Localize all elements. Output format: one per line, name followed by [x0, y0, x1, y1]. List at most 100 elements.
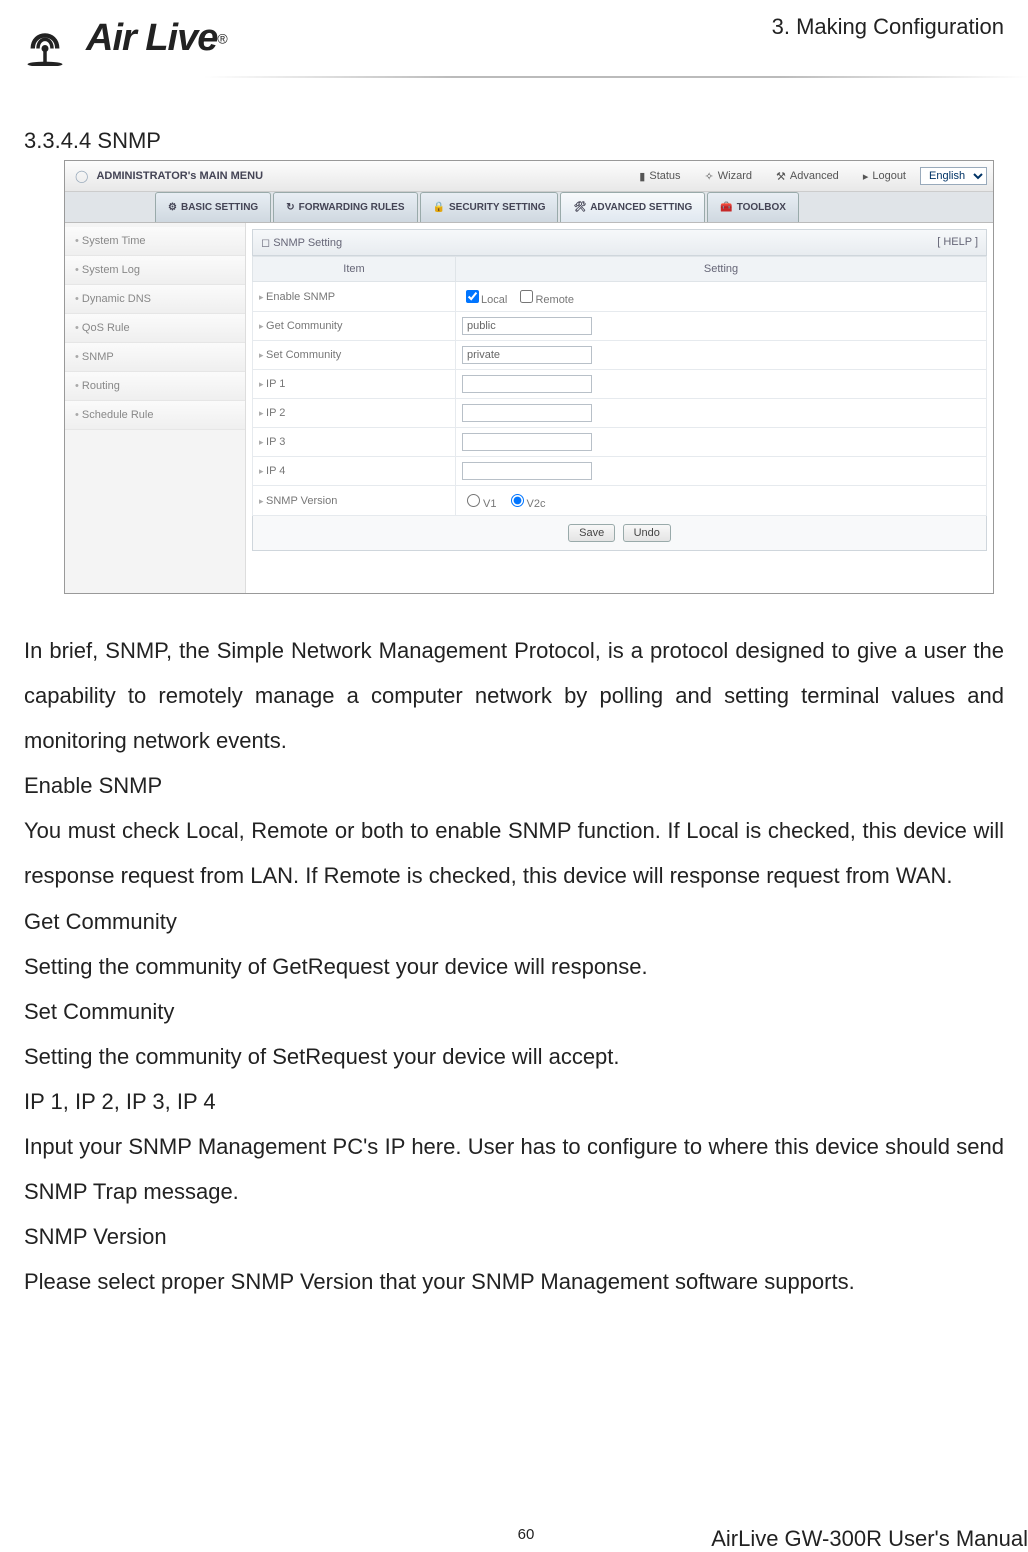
help-link[interactable]: [ HELP ]	[937, 236, 978, 249]
topmenu-wizard[interactable]: ✧ Wizard	[695, 170, 762, 183]
advanced-icon: ⚒	[776, 170, 786, 183]
header-divider	[204, 76, 1028, 78]
save-button[interactable]: Save	[568, 524, 615, 542]
toolbox-icon: 🧰	[720, 202, 732, 213]
undo-button[interactable]: Undo	[623, 524, 671, 542]
settings-panel: ◻ SNMP Setting [ HELP ] Item Setting Ena…	[246, 223, 993, 593]
sidebar: System Time System Log Dynamic DNS QoS R…	[65, 223, 246, 593]
row-label-get-community: Get Community	[253, 312, 456, 341]
heading-ip-list: IP 1, IP 2, IP 3, IP 4	[24, 1079, 1004, 1124]
logo-registered: ®	[217, 30, 227, 46]
document-body-text: In brief, SNMP, the Simple Network Manag…	[24, 628, 1004, 1304]
heading-snmp-version: SNMP Version	[24, 1214, 1004, 1259]
manual-title: AirLive GW-300R User's Manual	[711, 1526, 1028, 1552]
input-ip1[interactable]	[462, 375, 592, 393]
logo-text: Air Live	[86, 17, 217, 59]
lock-icon: 🔒	[433, 202, 445, 213]
topmenu-status[interactable]: ▮ Status	[629, 170, 690, 183]
checkbox-local-wrapper[interactable]: Local	[462, 294, 507, 306]
tools-icon: 🛠	[573, 202, 586, 213]
heading-enable-snmp: Enable SNMP	[24, 763, 1004, 808]
sidebar-item-dynamic-dns[interactable]: Dynamic DNS	[65, 285, 245, 314]
paragraph-intro: In brief, SNMP, the Simple Network Manag…	[24, 628, 1004, 763]
checkbox-remote[interactable]	[520, 290, 533, 303]
radio-v1[interactable]	[467, 494, 480, 507]
sidebar-item-system-time[interactable]: System Time	[65, 227, 245, 256]
tab-basic-setting[interactable]: ⚙BASIC SETTING	[155, 192, 271, 222]
tab-label: ADVANCED SETTING	[590, 202, 692, 213]
tab-label: TOOLBOX	[737, 202, 786, 213]
status-icon: ▮	[639, 170, 645, 183]
admin-main-menu-label: ADMINISTRATOR's MAIN MENU	[96, 170, 263, 182]
language-select[interactable]: English	[920, 167, 987, 185]
radio-v2c[interactable]	[511, 494, 524, 507]
bullet-icon: ◯	[75, 169, 88, 183]
table-row: IP 3	[253, 428, 987, 457]
forward-icon: ↻	[286, 202, 294, 213]
topmenu-logout[interactable]: ▸ Logout	[853, 170, 916, 183]
table-row: IP 4	[253, 457, 987, 486]
sidebar-item-qos-rule[interactable]: QoS Rule	[65, 314, 245, 343]
radio-v1-label: V1	[483, 498, 496, 510]
tab-toolbox[interactable]: 🧰 TOOLBOX	[707, 192, 799, 222]
row-label-ip4: IP 4	[253, 457, 456, 486]
section-heading: 3.3.4.4 SNMP	[24, 128, 1004, 154]
heading-set-community: Set Community	[24, 989, 1004, 1034]
paragraph-get-community: Setting the community of GetRequest your…	[24, 944, 1004, 989]
page-header: Air Live® 3. Making Configuration	[24, 0, 1004, 76]
logo: Air Live®	[24, 10, 228, 66]
radio-v2c-wrapper[interactable]: V2c	[506, 498, 546, 510]
tab-label: BASIC SETTING	[181, 202, 258, 213]
tab-bar: ⚙BASIC SETTING ↻ FORWARDING RULES 🔒SECURI…	[65, 192, 993, 223]
table-row: Get Community	[253, 312, 987, 341]
logout-bullet-icon: ▸	[863, 170, 869, 183]
col-header-setting: Setting	[456, 257, 987, 282]
checkbox-remote-label: Remote	[535, 294, 574, 306]
table-row: Set Community	[253, 341, 987, 370]
settings-table: Item Setting Enable SNMP Local Remote Ge…	[252, 256, 987, 516]
input-set-community[interactable]	[462, 346, 592, 364]
table-row: Enable SNMP Local Remote	[253, 282, 987, 312]
row-label-set-community: Set Community	[253, 341, 456, 370]
wizard-icon: ✧	[705, 170, 714, 183]
input-ip2[interactable]	[462, 404, 592, 422]
paragraph-ip-list: Input your SNMP Management PC's IP here.…	[24, 1124, 1004, 1214]
sidebar-item-schedule-rule[interactable]: Schedule Rule	[65, 401, 245, 430]
table-row: SNMP Version V1 V2c	[253, 486, 987, 516]
table-row: IP 2	[253, 399, 987, 428]
paragraph-set-community: Setting the community of SetRequest your…	[24, 1034, 1004, 1079]
topmenu-advanced-label: Advanced	[790, 170, 839, 182]
panel-bullet-icon: ◻	[261, 237, 273, 249]
page-number: 60	[518, 1526, 535, 1543]
table-row: IP 1	[253, 370, 987, 399]
topmenu-logout-label: Logout	[872, 170, 906, 182]
tab-label: FORWARDING RULES	[299, 202, 405, 213]
checkbox-local-label: Local	[481, 294, 507, 306]
checkbox-local[interactable]	[466, 290, 479, 303]
topmenu-advanced[interactable]: ⚒ Advanced	[766, 170, 849, 183]
radio-v2c-label: V2c	[527, 498, 546, 510]
tab-forwarding-rules[interactable]: ↻ FORWARDING RULES	[273, 192, 417, 222]
topmenu-status-label: Status	[649, 170, 680, 182]
tab-security-setting[interactable]: 🔒SECURITY SETTING	[420, 192, 559, 222]
topmenu-wizard-label: Wizard	[718, 170, 752, 182]
sidebar-item-snmp[interactable]: SNMP	[65, 343, 245, 372]
row-label-snmp-version: SNMP Version	[253, 486, 456, 516]
paragraph-enable-snmp: You must check Local, Remote or both to …	[24, 808, 1004, 898]
input-ip3[interactable]	[462, 433, 592, 451]
tab-advanced-setting[interactable]: 🛠 ADVANCED SETTING	[560, 192, 705, 222]
sidebar-item-system-log[interactable]: System Log	[65, 256, 245, 285]
row-label-ip2: IP 2	[253, 399, 456, 428]
sidebar-item-routing[interactable]: Routing	[65, 372, 245, 401]
row-label-enable-snmp: Enable SNMP	[253, 282, 456, 312]
panel-title: SNMP Setting	[273, 237, 342, 249]
chapter-title: 3. Making Configuration	[772, 14, 1004, 40]
radio-v1-wrapper[interactable]: V1	[462, 498, 496, 510]
row-label-ip1: IP 1	[253, 370, 456, 399]
wifi-antenna-icon	[24, 10, 80, 66]
checkbox-remote-wrapper[interactable]: Remote	[516, 294, 574, 306]
paragraph-snmp-version: Please select proper SNMP Version that y…	[24, 1259, 1004, 1304]
top-menu: ◯ ADMINISTRATOR's MAIN MENU ▮ Status ✧ W…	[65, 161, 993, 192]
input-get-community[interactable]	[462, 317, 592, 335]
input-ip4[interactable]	[462, 462, 592, 480]
